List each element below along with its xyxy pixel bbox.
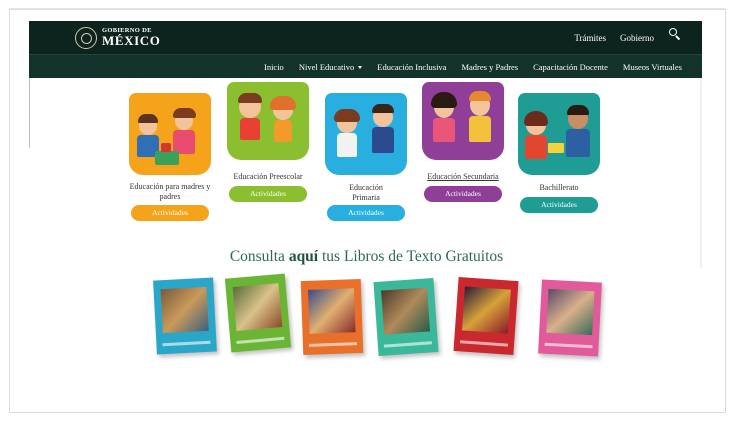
kid-shirt	[240, 118, 260, 140]
book-title-strip	[308, 342, 357, 347]
kid-hair	[431, 92, 457, 108]
logo-big-text: MÉXICO	[102, 33, 161, 49]
book-cover-art	[160, 286, 209, 334]
nav-educacion-inclusiva[interactable]: Educación Inclusiva	[377, 62, 446, 72]
nav-nivel-educativo-label: Nivel Educativo	[298, 61, 355, 72]
card-label-preescolar: Educación Preescolar	[233, 172, 303, 181]
kid-shirt	[337, 133, 357, 157]
kid-hair	[469, 91, 491, 101]
kid-shirt	[274, 120, 292, 142]
card-image-preescolar[interactable]	[227, 82, 309, 160]
card-label-secundaria[interactable]: Educación Secundaria	[422, 172, 504, 182]
card-label-madres-padres: Educación para madres y padres	[129, 182, 211, 201]
book-cover-art	[546, 288, 595, 336]
actividades-button-preescolar[interactable]: Actividades	[229, 186, 307, 202]
kid-shirt	[372, 127, 394, 153]
kid-shirt	[566, 129, 590, 157]
left-divider	[29, 78, 30, 148]
card-image-primaria[interactable]	[325, 93, 407, 175]
actividades-button-bachillerato[interactable]: Actividades	[520, 197, 598, 213]
nav-capacitacion-docente[interactable]: Capacitación Docente	[533, 62, 608, 72]
card-primaria: Educación Primaria Actividades	[325, 93, 407, 223]
nav-madres-padres[interactable]: Madres y Padres	[461, 62, 518, 72]
libros-title-suffix: tus Libros de Texto Gratuitos	[322, 248, 504, 265]
search-icon[interactable]	[668, 27, 682, 41]
book-title-strip	[236, 336, 285, 344]
kid-hair	[173, 108, 196, 118]
card-image-madres-padres[interactable]	[129, 93, 211, 175]
book-conocimiento-medio-1[interactable]	[224, 273, 292, 353]
gov-header: GOBIERNO DE MÉXICO Trámites Gobierno	[29, 21, 702, 54]
gobierno-logo[interactable]: GOBIERNO DE MÉXICO	[75, 25, 161, 50]
kid-hair	[372, 104, 394, 113]
actividades-button-primaria[interactable]: Actividades	[327, 205, 405, 221]
kid-shirt	[433, 118, 455, 142]
book-title-strip	[544, 342, 593, 349]
card-preescolar: Educación Preescolar Actividades	[227, 82, 309, 204]
top-links: Trámites Gobierno	[574, 21, 682, 54]
card-image-secundaria[interactable]	[422, 82, 504, 160]
kid-hair	[238, 93, 262, 103]
card-label-primaria: Educación Primaria	[349, 183, 383, 202]
logo-text: GOBIERNO DE MÉXICO	[102, 27, 161, 49]
link-gobierno[interactable]: Gobierno	[620, 33, 654, 43]
book-conocimiento-medio-2[interactable]	[300, 278, 364, 356]
nav-nivel-educativo[interactable]: Nivel Educativo	[298, 61, 363, 72]
card-secundaria: Educación Secundaria Actividades	[422, 82, 504, 204]
kid-hair	[524, 111, 548, 126]
toy-blocks	[155, 151, 179, 165]
link-tramites[interactable]: Trámites	[574, 33, 606, 43]
book-cover-art	[232, 283, 283, 331]
card-image-bachillerato[interactable]	[518, 93, 600, 175]
chevron-down-icon	[358, 66, 363, 70]
book-title-strip	[383, 341, 432, 348]
kid-shirt	[469, 116, 491, 142]
nav-museos-virtuales[interactable]: Museos Virtuales	[623, 62, 682, 72]
kid-hair	[334, 109, 360, 122]
book-title-strip	[162, 340, 211, 347]
libros-title-bold: aquí	[288, 248, 319, 265]
book-cover-art	[461, 286, 511, 334]
nav-inicio[interactable]: Inicio	[264, 62, 284, 72]
book-educacion-artistica[interactable]	[373, 277, 439, 357]
book-prop	[548, 143, 564, 153]
actividades-button-madres-padres[interactable]: Actividades	[131, 205, 209, 221]
book-cover-art	[381, 287, 431, 335]
book-espanol[interactable]	[453, 276, 519, 356]
kid-shirt	[525, 135, 547, 159]
book-formacion-civica[interactable]	[153, 277, 217, 355]
book-desafios-matematicos[interactable]	[538, 279, 602, 357]
kid-hair	[567, 105, 589, 115]
libros-title[interactable]: Consulta aquí tus Libros de Texto Gratui…	[0, 248, 733, 266]
book-title-strip	[460, 340, 509, 347]
libros-title-prefix: Consulta	[229, 248, 285, 265]
kid-hair	[138, 114, 158, 123]
kid-hair	[270, 96, 296, 110]
toy-blocks	[161, 143, 171, 152]
right-divider	[700, 78, 702, 268]
actividades-button-secundaria[interactable]: Actividades	[424, 186, 502, 202]
seal-icon	[75, 26, 97, 49]
main-nav: Inicio Nivel Educativo Educación Inclusi…	[29, 54, 702, 78]
card-bachillerato: Bachillerato Actividades	[518, 93, 600, 215]
card-madres-padres: Educación para madres y padres Actividad…	[129, 93, 211, 223]
card-label-bachillerato: Bachillerato	[539, 183, 579, 192]
book-cover-art	[308, 288, 356, 334]
